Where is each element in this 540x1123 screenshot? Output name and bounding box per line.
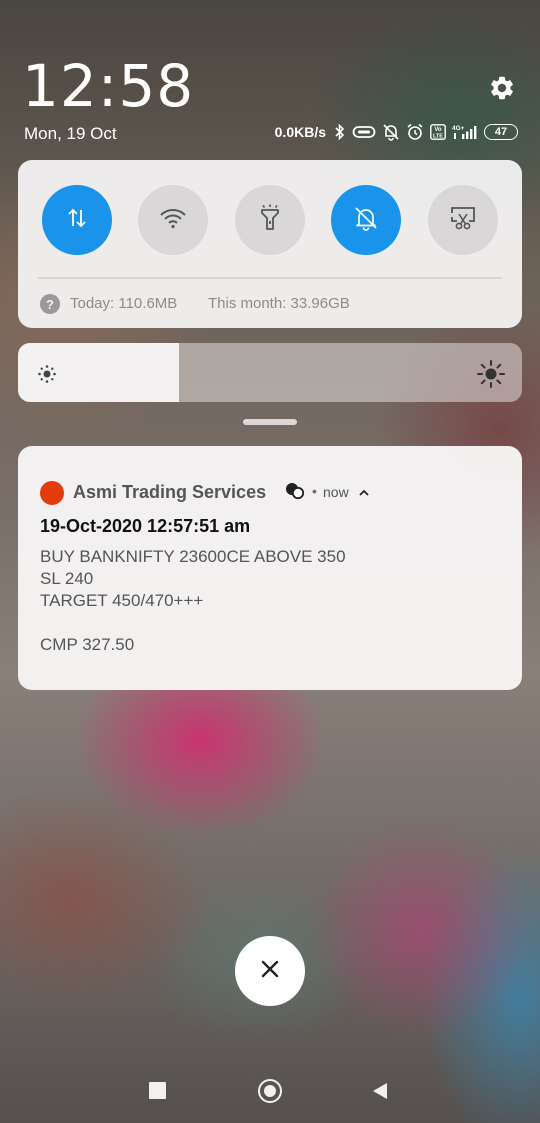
separator-dot: • [312, 483, 317, 499]
chevron-up-icon[interactable] [358, 485, 370, 503]
data-usage-today[interactable]: Today: 110.6MB [70, 295, 177, 312]
notification-line: CMP 327.50 [40, 635, 135, 654]
svg-text:LTE: LTE [433, 134, 443, 140]
brightness-slider[interactable] [18, 343, 522, 402]
notification-line: BUY BANKNIFTY 23600CE ABOVE 350 [40, 547, 346, 566]
bubble-icon[interactable] [284, 481, 306, 506]
notification-time: now [323, 484, 349, 500]
clear-notifications-button[interactable] [235, 936, 305, 1006]
wifi-toggle[interactable] [138, 185, 208, 255]
app-icon [40, 481, 64, 505]
close-icon [260, 959, 280, 984]
home-button[interactable] [258, 1079, 282, 1103]
notification-title: 19-Oct-2020 12:57:51 am [40, 516, 251, 536]
clock[interactable]: 12:58 [22, 52, 194, 120]
svg-text:Vo: Vo [434, 127, 442, 133]
mobile-data-toggle[interactable] [42, 185, 112, 255]
date[interactable]: Mon, 19 Oct [24, 124, 117, 144]
qs-divider [38, 277, 502, 279]
bell-off-icon [353, 205, 379, 236]
notification-app-name: Asmi Trading Services [73, 482, 267, 502]
net-speed: 0.0KB/s [274, 124, 326, 140]
quick-settings-panel: ? Today: 110.6MB This month: 33.96GB [18, 160, 522, 328]
panel-drag-handle[interactable] [243, 419, 297, 425]
back-button[interactable] [371, 1082, 389, 1105]
screenshot-toggle[interactable] [428, 185, 498, 255]
recents-button[interactable] [149, 1082, 166, 1099]
silent-icon [382, 123, 400, 141]
alarm-icon [406, 123, 424, 141]
status-bar-icons: 0.0KB/s Vo LTE 4G+ 47 [275, 122, 518, 142]
flashlight-toggle[interactable] [235, 185, 305, 255]
data-usage-month[interactable]: This month: 33.96GB [208, 295, 350, 312]
battery-icon: 47 [484, 124, 518, 140]
data-arrows-icon [64, 205, 90, 236]
volte-icon: Vo LTE [430, 124, 446, 140]
svg-text:4G+: 4G+ [452, 125, 465, 132]
link-icon [352, 125, 376, 139]
brightness-high-icon [476, 359, 506, 394]
silent-toggle[interactable] [331, 185, 401, 255]
settings-icon[interactable] [486, 72, 518, 104]
signal-icon: 4G+ [452, 124, 478, 140]
notification-card[interactable]: Asmi Trading Services • now 19-Oct-2020 … [18, 446, 522, 690]
bluetooth-icon [334, 124, 346, 140]
notification-line: TARGET 450/470+++ [40, 591, 204, 610]
scissors-icon [449, 205, 477, 236]
notification-line: SL 240 [40, 569, 94, 588]
brightness-low-icon [36, 363, 58, 390]
help-icon[interactable]: ? [40, 294, 60, 314]
home-icon [264, 1085, 276, 1097]
flashlight-icon [258, 204, 282, 237]
wifi-icon [159, 207, 187, 234]
